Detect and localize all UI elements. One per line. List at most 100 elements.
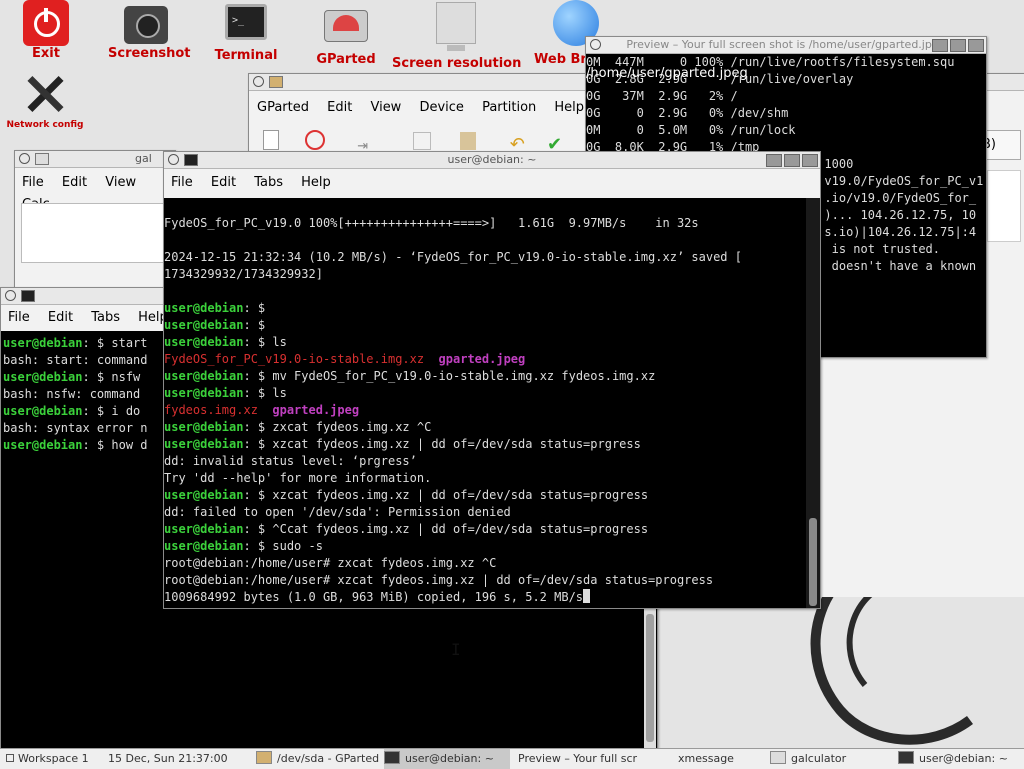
galculator-titlebar[interactable]: gal	[15, 151, 175, 168]
galculator-task-icon	[770, 751, 786, 764]
gparted-launcher[interactable]: GParted	[314, 0, 378, 67]
gparted-task-icon	[256, 751, 272, 764]
tools-icon	[22, 72, 68, 116]
ts-menu-file[interactable]: File	[8, 310, 30, 325]
screenshot-launcher[interactable]: Screenshot	[108, 0, 191, 61]
calc-menu-view[interactable]: View	[105, 175, 136, 190]
tm-line: user@debian: $ mv FydeOS_for_PC_v19.0-io…	[164, 369, 656, 383]
terminal-small-scroll-thumb[interactable]	[646, 614, 654, 742]
paste-icon[interactable]	[459, 132, 476, 150]
task-terminal-1[interactable]: user@debian: ~	[384, 749, 510, 769]
terminal-main-menubar: File Edit Tabs Help	[164, 169, 820, 197]
task-terminal-1-label: user@debian: ~	[405, 752, 494, 765]
gparted-label: GParted	[316, 52, 376, 67]
task-gparted-label: /dev/sda - GParted	[277, 752, 380, 765]
monitor-icon	[436, 2, 476, 51]
preview-overlay-text: /home/user/gparted.jpeg	[586, 66, 748, 81]
tm-line: user@debian: $	[164, 318, 266, 332]
task-xmessage[interactable]: xmessage	[678, 749, 758, 769]
terminal-main-output[interactable]: FydeOS_for_PC_v19.0 100%[+++++++++++++++…	[164, 198, 806, 608]
new-icon[interactable]	[263, 130, 279, 150]
task-gparted[interactable]: /dev/sda - GParted	[256, 749, 382, 769]
terminal-label: Terminal	[214, 48, 278, 63]
desktop: Exit Screenshot >_ Terminal GParted Scre…	[0, 0, 1024, 748]
ts-line: user@debian: $ start	[3, 336, 148, 350]
taskbar: Workspace 1 15 Dec, Sun 21:37:00 /dev/sd…	[0, 748, 1024, 769]
task-preview[interactable]: Preview – Your full scr	[518, 749, 644, 769]
copy-icon[interactable]	[413, 132, 432, 150]
tm-line: user@debian: $ xzcat fydeos.img.xz | dd …	[164, 437, 641, 451]
menu-view[interactable]: View	[370, 100, 401, 115]
tm-line: 1009684992 bytes (1.0 GB, 963 MiB) copie…	[164, 589, 806, 606]
tm-line: user@debian: $ zxcat fydeos.img.xz ^C	[164, 420, 432, 434]
tm-line: root@debian:/home/user# xzcat fydeos.img…	[164, 573, 714, 587]
workspace-switcher[interactable]: Workspace 1	[6, 749, 89, 769]
tm-line: dd: failed to open '/dev/sda': Permissio…	[164, 505, 511, 519]
exit-launcher[interactable]: Exit	[14, 0, 78, 61]
terminal2-task-icon	[898, 751, 914, 764]
tm-line: 2024-12-15 21:32:34 (10.2 MB/s) - ‘FydeO…	[164, 250, 742, 264]
network-config-launcher[interactable]: Network config	[4, 72, 86, 130]
tm-line: user@debian: $ ls	[164, 386, 287, 400]
terminal-main-scrollbar[interactable]	[806, 198, 820, 608]
tm-line: user@debian: $	[164, 301, 266, 315]
menu-device[interactable]: Device	[419, 100, 463, 115]
disk-icon	[324, 10, 368, 42]
power-icon	[23, 0, 69, 46]
tm-line: user@debian: $ sudo -s	[164, 539, 323, 553]
ts-line: bash: syntax error n	[3, 421, 148, 435]
screenshot-label: Screenshot	[108, 46, 191, 61]
ts-line: user@debian: $ nsfw	[3, 370, 141, 384]
terminal-task-icon	[384, 751, 400, 764]
menu-edit[interactable]: Edit	[327, 100, 352, 115]
tm-line: user@debian: $ ls	[164, 335, 287, 349]
tm-line: Try 'dd --help' for more information.	[164, 471, 432, 485]
device-selector[interactable]: B)	[981, 130, 1021, 160]
exit-label: Exit	[32, 46, 60, 61]
task-galculator[interactable]: galculator	[770, 749, 890, 769]
terminal-main-window[interactable]: user@debian: ~ File Edit Tabs Help FydeO…	[163, 151, 821, 609]
ts-menu-tabs[interactable]: Tabs	[91, 310, 120, 325]
task-terminal-2[interactable]: user@debian: ~	[898, 749, 1024, 769]
clock[interactable]: 15 Dec, Sun 21:37:00	[108, 749, 228, 769]
ts-line: bash: nsfw: command	[3, 387, 141, 401]
galculator-window[interactable]: gal File Edit View Calc	[14, 150, 176, 290]
terminal-small-output[interactable]: user@debian: $ start bash: start: command…	[3, 335, 163, 535]
tm-line: dd: invalid status level: ‘prgress’	[164, 454, 417, 468]
menu-gparted[interactable]: GParted	[257, 100, 309, 115]
calculator-display	[21, 203, 173, 263]
preview-line: 0M 0 5.0M 0% /run/lock	[586, 123, 796, 137]
tm-menu-help[interactable]: Help	[301, 175, 331, 190]
preview-titlebar[interactable]: Preview – Your full screen shot is /home…	[586, 37, 986, 54]
terminal-main-titlebar[interactable]: user@debian: ~	[164, 152, 820, 169]
terminal-main-scroll-thumb[interactable]	[809, 518, 817, 606]
tm-line: root@debian:/home/user# zxcat fydeos.img…	[164, 556, 497, 570]
tm-menu-edit[interactable]: Edit	[211, 175, 236, 190]
terminal-launcher[interactable]: >_ Terminal	[212, 0, 280, 63]
tm-line: FydeOS_for_PC_v19.0 100%[+++++++++++++++…	[164, 216, 699, 230]
terminal-icon: >_	[225, 4, 267, 40]
menu-help[interactable]: Help	[554, 100, 584, 115]
workspace-label: Workspace 1	[18, 752, 89, 765]
tm-line: 1734329932/1734329932]	[164, 267, 323, 281]
menu-partition[interactable]: Partition	[482, 100, 536, 115]
tm-menu-tabs[interactable]: Tabs	[254, 175, 283, 190]
tm-line: fydeos.img.xz gparted.jpeg	[164, 403, 360, 417]
tm-menu-file[interactable]: File	[171, 175, 193, 190]
terminal-small-scrollbar[interactable]	[644, 608, 656, 748]
screen-resolution-launcher[interactable]: Screen resolution	[392, 0, 522, 71]
text-cursor-pointer-icon: I	[451, 640, 461, 659]
task-galculator-label: galculator	[791, 752, 847, 765]
ts-line: user@debian: $ how d	[3, 438, 148, 452]
screen-resolution-label: Screen resolution	[392, 56, 522, 71]
calc-menu-edit[interactable]: Edit	[62, 175, 87, 190]
tm-line: user@debian: $ ^Ccat fydeos.img.xz | dd …	[164, 522, 649, 536]
partition-graph	[987, 170, 1021, 242]
terminal-main-title: user@debian: ~	[447, 153, 537, 166]
preview-line: 0G 37M 2.9G 2% /	[586, 89, 738, 103]
delete-icon[interactable]	[305, 130, 326, 150]
ts-menu-edit[interactable]: Edit	[48, 310, 73, 325]
calc-menu-file[interactable]: File	[22, 175, 44, 190]
ts-line: bash: start: command	[3, 353, 148, 367]
galculator-menubar: File Edit View Calc	[15, 172, 175, 212]
